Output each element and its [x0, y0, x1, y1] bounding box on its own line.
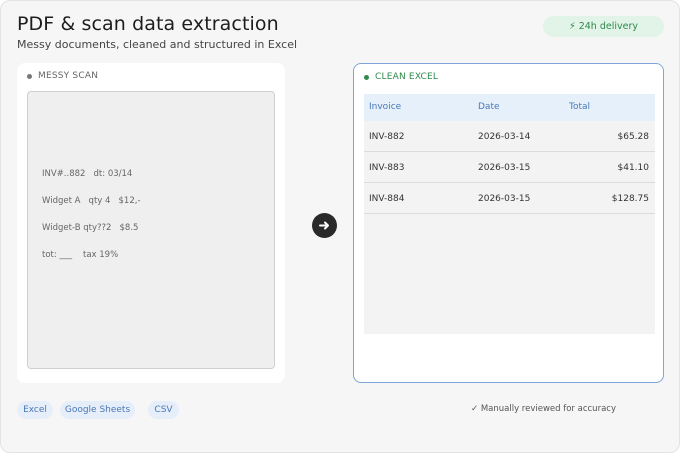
cell-invoice: INV-882 — [369, 132, 405, 142]
scan-line: INV#..882 dt: 03/14 — [42, 169, 133, 179]
cell-total: $128.75 — [611, 194, 649, 204]
cell-invoice: INV-884 — [369, 194, 405, 204]
table-row: INV-882 2026-03-14 $65.28 — [364, 121, 655, 152]
column-header-invoice: Invoice — [369, 102, 402, 112]
scan-preview: INV#..882 dt: 03/14 Widget A qty 4 $12,-… — [27, 91, 275, 369]
status-dot-icon — [27, 73, 32, 79]
cell-date: 2026-03-14 — [478, 132, 531, 142]
column-header-total: Total — [569, 102, 591, 112]
page-title: PDF & scan data extraction — [17, 13, 279, 35]
review-note: ✓ Manually reviewed for accuracy — [471, 404, 616, 414]
table-row: INV-883 2026-03-15 $41.10 — [364, 152, 655, 183]
clean-excel-header: CLEAN EXCEL — [364, 72, 438, 82]
format-pill-excel: Excel — [17, 401, 53, 419]
messy-scan-card: MESSY SCAN INV#..882 dt: 03/14 Widget A … — [17, 63, 285, 383]
arrow-right-icon-glyph — [319, 221, 329, 230]
table-header-row: Invoice Date Total — [364, 94, 655, 121]
delivery-badge: ⚡ 24h delivery — [543, 16, 664, 37]
format-pill-google-sheets: Google Sheets — [60, 401, 135, 419]
messy-scan-header: MESSY SCAN — [27, 71, 98, 81]
column-header-date: Date — [478, 102, 500, 112]
format-pill-label: Excel — [23, 405, 47, 415]
clean-excel-label: CLEAN EXCEL — [375, 72, 439, 82]
delivery-badge-label: ⚡ 24h delivery — [569, 21, 638, 32]
clean-excel-card: CLEAN EXCEL Invoice Date Total INV-882 2… — [353, 63, 664, 383]
arrow-right-icon — [312, 213, 337, 238]
page-frame: PDF & scan data extraction Messy documen… — [0, 0, 680, 453]
table-row: INV-884 2026-03-15 $128.75 — [364, 183, 655, 214]
scan-line: Widget A qty 4 $12,- — [42, 196, 141, 206]
cell-total: $41.10 — [617, 163, 650, 173]
status-dot-icon — [364, 74, 369, 80]
page-subtitle: Messy documents, cleaned and structured … — [17, 38, 298, 51]
format-pill-label: CSV — [154, 405, 173, 415]
excel-table: Invoice Date Total INV-882 2026-03-14 $6… — [364, 94, 655, 334]
scan-line: Widget-B qty??2 $8.5 — [42, 223, 139, 233]
messy-scan-label: MESSY SCAN — [38, 71, 99, 81]
format-pill-label: Google Sheets — [64, 405, 131, 415]
cell-total: $65.28 — [617, 132, 650, 142]
cell-date: 2026-03-15 — [478, 194, 531, 204]
scan-line: tot: ___ tax 19% — [42, 250, 119, 260]
format-pill-csv: CSV — [148, 401, 179, 419]
cell-date: 2026-03-15 — [478, 163, 531, 173]
cell-invoice: INV-883 — [369, 163, 405, 173]
